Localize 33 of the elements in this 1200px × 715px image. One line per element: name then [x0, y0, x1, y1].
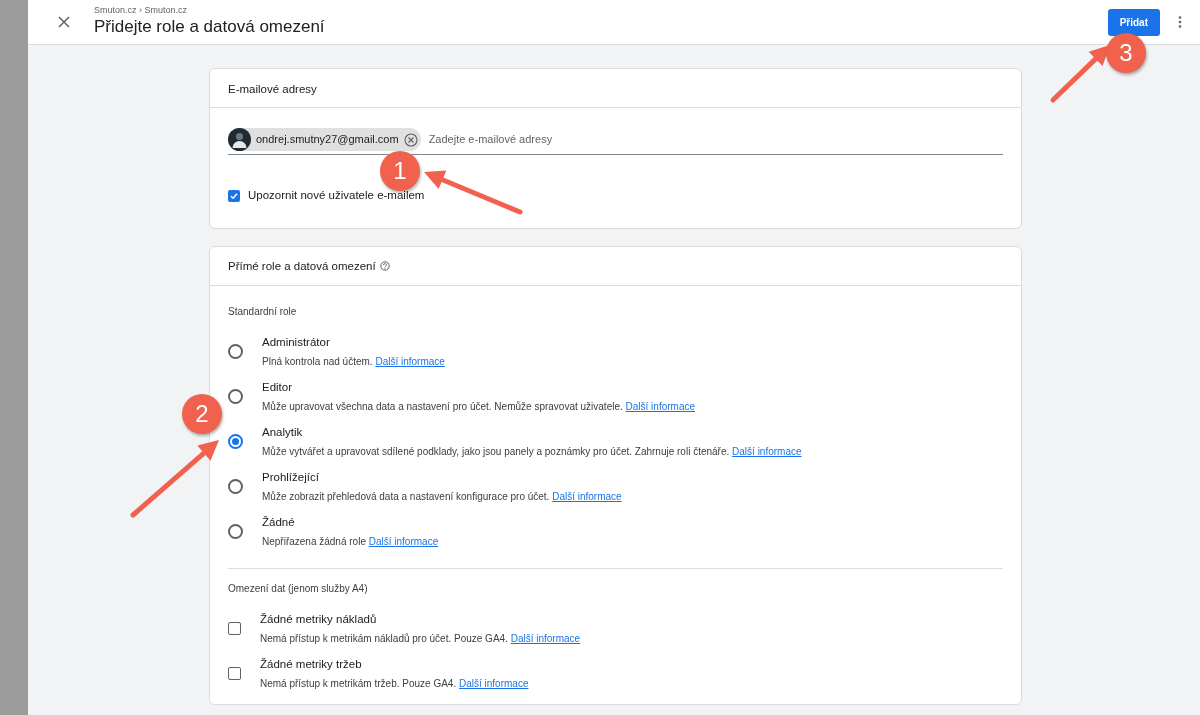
option-description: Plná kontrola nad účtem. Další informace	[262, 354, 445, 369]
option-label: Prohlížející	[262, 469, 320, 485]
option-label: Žádné metriky tržeb	[260, 656, 363, 672]
option-description: Může upravovat všechna data a nastavení pro účet. Nemůže spravovat uživatele. Další informace	[262, 399, 695, 414]
option-label: Žádné metriky nákladů	[260, 611, 378, 627]
option-label: Analytik	[262, 424, 304, 440]
chip-email: ondrej.smutny27@gmail.com	[256, 132, 399, 148]
breadcrumb: Smuton.cz › Smuton.cz	[94, 6, 189, 16]
option-description: Nemá přístup k metrikám nákladů pro účet. Pouze GA4. Další informace	[260, 631, 581, 646]
email-field[interactable]: ondrej.smutny27@gmail.com Zadejte e-mailové adresy	[228, 124, 1003, 155]
more-info-link[interactable]: Další informace	[375, 355, 445, 367]
more-info-link[interactable]: Další informace	[625, 400, 695, 412]
checkbox-label: Upozornit nové uživatele e-mailem	[248, 188, 425, 203]
more-info-link[interactable]: Další informace	[510, 632, 581, 644]
page-title: Přidejte role a datová omezení	[94, 17, 326, 38]
option-label: Žádné	[262, 514, 296, 530]
option-label: Administrátor	[262, 334, 331, 350]
option-description: Nemá přístup k metrikám tržeb. Pouze GA4. Další informace	[260, 676, 529, 691]
annotation-number: 2	[182, 394, 222, 434]
option-description: Nepřiřazena žádná role Další informace	[262, 534, 439, 549]
more-info-link[interactable]: Další informace	[368, 535, 439, 547]
more-info-link[interactable]: Další informace	[732, 445, 802, 457]
card-title: Přímé role a datová omezení	[228, 258, 376, 274]
option-description: Může zobrazit přehledová data a nastavení konfigurace pro účet. Další informace	[262, 489, 622, 504]
option-label: Editor	[262, 379, 294, 395]
card-title: E-mailové adresy	[228, 83, 317, 95]
add-button[interactable]: Přidat	[1107, 8, 1160, 36]
section-label: Omezení dat (jenom služby A4)	[228, 582, 369, 597]
option-description: Může vytvářet a upravovat sdílené podklady, jako jsou panely a poznámky pro účet. Zahrnuje roli čtenáře. Další informace	[262, 444, 802, 459]
section-label: Standardní role	[228, 305, 298, 320]
more-info-link[interactable]: Další informace	[458, 677, 529, 689]
more-info-link[interactable]: Další informace	[552, 490, 622, 502]
email-chip[interactable]: ondrej.smutny27@gmail.com	[228, 128, 421, 151]
